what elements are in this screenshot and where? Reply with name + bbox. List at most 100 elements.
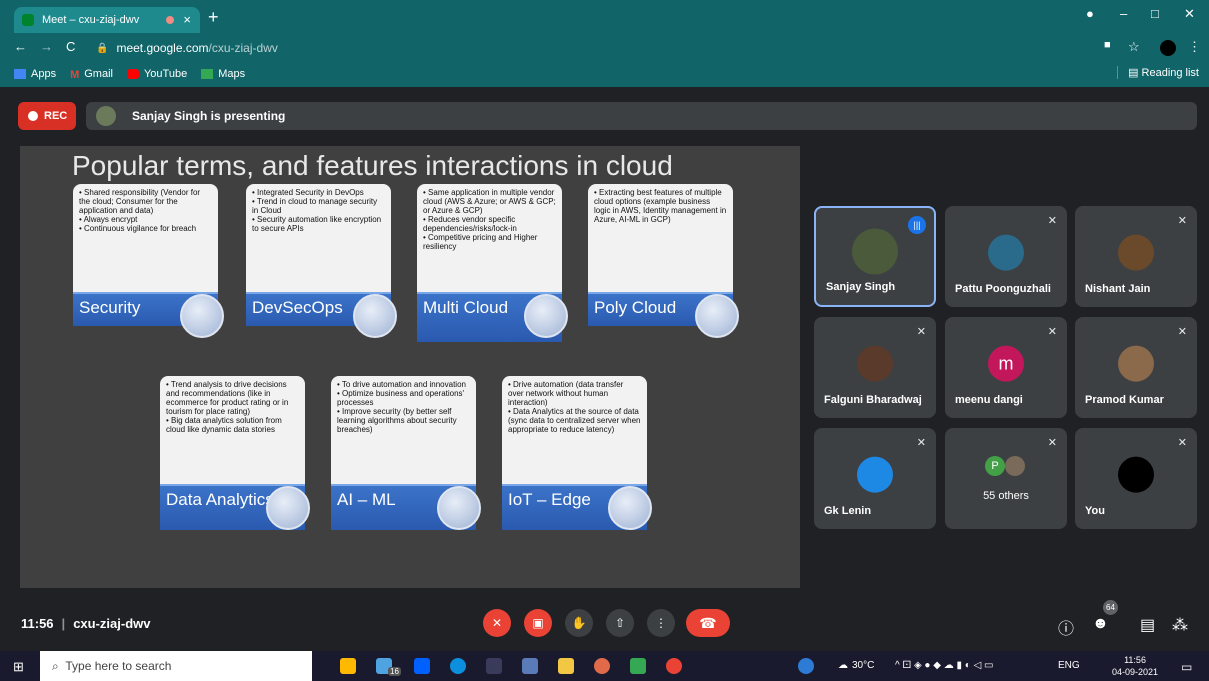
reload-icon[interactable]: C xyxy=(66,39,75,54)
control-bar: 11:56 | cxu-ziaj-dwv ✕ ▣ ✋ ⇧ ⋮ ☎ ⓘ ☻ 64 ▤ … xyxy=(0,600,1209,643)
card-security: Shared responsibility (Vendor for the cl… xyxy=(73,184,218,292)
taskbar-app-icon[interactable] xyxy=(522,658,538,674)
raise-hand-button[interactable]: ✋ xyxy=(565,609,593,637)
forward-icon[interactable]: → xyxy=(40,39,53,54)
avatar[interactable] xyxy=(1160,40,1176,56)
avatar xyxy=(1118,234,1154,271)
bookmark-apps[interactable]: Apps xyxy=(14,68,56,80)
participant-tile[interactable]: ✕ m meenu dangi xyxy=(945,317,1067,418)
avatar: m xyxy=(988,345,1024,382)
browser-chrome: Meet – cxu-ziaj-dwv × + ● – □ ✕ ← → C 🔒 … xyxy=(0,0,1209,87)
search-input[interactable]: ⌕ Type here to search xyxy=(40,651,312,681)
new-tab-button[interactable]: + xyxy=(208,7,219,28)
bookmark-maps[interactable]: Maps xyxy=(201,68,245,80)
activities-button[interactable]: ⁂ xyxy=(1172,615,1188,635)
address-bar[interactable]: 🔒 meet.google.com /cxu-ziaj-dwv xyxy=(96,38,1096,58)
mic-off-button[interactable]: ✕ xyxy=(483,609,511,637)
nav-bar: ← → C 🔒 meet.google.com /cxu-ziaj-dwv ■ … xyxy=(0,35,1209,61)
participant-name: Nishant Jain xyxy=(1085,283,1151,295)
bookmark-label: Apps xyxy=(31,68,57,80)
file-explorer-icon[interactable] xyxy=(340,658,356,674)
edge-icon[interactable] xyxy=(450,658,466,674)
circle-icon xyxy=(437,486,481,530)
circle-icon xyxy=(180,294,224,338)
participant-name: Pramod Kumar xyxy=(1085,394,1164,406)
chat-button[interactable]: ▤ xyxy=(1140,615,1155,635)
system-clock[interactable]: 11:56 04-09-2021 xyxy=(1112,654,1158,678)
participant-name: You xyxy=(1085,505,1105,517)
meeting-code: cxu-ziaj-dwv xyxy=(73,616,151,631)
apps-icon xyxy=(14,69,26,79)
card-bullets: Drive automation (data transfer over net… xyxy=(508,380,641,434)
meet-favicon-icon xyxy=(22,14,34,26)
mic-off-icon: ✕ xyxy=(1047,437,1057,449)
avatar xyxy=(857,345,893,382)
camera-off-button[interactable]: ▣ xyxy=(524,609,552,637)
menu-icon[interactable]: ⋮ xyxy=(1188,39,1201,55)
camera-icon[interactable]: ■ xyxy=(1104,39,1111,51)
participant-tile[interactable]: ✕ Pattu Poonguzhali xyxy=(945,206,1067,307)
star-icon[interactable]: ☆ xyxy=(1128,39,1140,55)
youtube-icon xyxy=(126,69,139,79)
tray-icons[interactable]: ^ ⚀ ◈ ● ◆ ☁ ▮ ◐ ◁ ▭ xyxy=(895,660,994,671)
participant-name: Sanjay Singh xyxy=(826,281,896,293)
participant-tile-self[interactable]: ✕ You xyxy=(1075,428,1197,529)
taskbar-app-icon[interactable] xyxy=(486,658,502,674)
bookmarks-bar: Apps M Gmail YouTube Maps xyxy=(0,62,1209,86)
meet-area: REC Sanjay Singh is presenting Popular t… xyxy=(0,87,1209,650)
maximize-button[interactable]: □ xyxy=(1151,6,1159,21)
app-badge: 16 xyxy=(388,667,401,676)
reading-list-button[interactable]: ▤ Reading list xyxy=(1117,66,1199,79)
participant-tile[interactable]: ✕ Gk Lenin xyxy=(814,428,936,529)
windows-start-icon[interactable]: ⊞ xyxy=(13,659,24,675)
meeting-info: 11:56 | cxu-ziaj-dwv xyxy=(21,616,151,631)
participant-tile[interactable]: ✕ Nishant Jain xyxy=(1075,206,1197,307)
people-button[interactable]: ☻ xyxy=(1092,615,1109,633)
circle-icon xyxy=(353,294,397,338)
mic-off-icon: ✕ xyxy=(1177,215,1187,227)
bookmark-label: YouTube xyxy=(143,68,188,80)
participant-tile[interactable]: ✕ Falguni Bharadwaj xyxy=(814,317,936,418)
tab-title: Meet – cxu-ziaj-dwv xyxy=(42,14,140,26)
meeting-time: 11:56 xyxy=(21,616,54,631)
profile-icon[interactable]: ● xyxy=(1086,6,1094,21)
store-icon[interactable] xyxy=(558,658,574,674)
shared-slide: Popular terms, and features interactions… xyxy=(20,146,800,588)
rec-button[interactable]: REC xyxy=(18,102,76,130)
url-domain: meet.google.com xyxy=(116,41,209,55)
more-options-button[interactable]: ⋮ xyxy=(647,609,675,637)
participant-tile[interactable]: ||| Sanjay Singh xyxy=(814,206,936,307)
minimize-button[interactable]: – xyxy=(1120,6,1127,21)
slide-title: Popular terms, and features interactions… xyxy=(72,150,673,181)
language-indicator[interactable]: ENG xyxy=(1058,660,1080,671)
chrome-icon[interactable] xyxy=(666,658,682,674)
present-button[interactable]: ⇧ xyxy=(606,609,634,637)
card-bullets: Trend analysis to drive decisions and re… xyxy=(166,380,299,434)
taskbar-app-icon[interactable] xyxy=(630,658,646,674)
participant-name: Falguni Bharadwaj xyxy=(824,394,922,406)
dropbox-icon[interactable] xyxy=(414,658,430,674)
presenter-avatar xyxy=(96,106,116,126)
back-icon[interactable]: ← xyxy=(14,39,27,54)
end-call-button[interactable]: ☎ xyxy=(686,609,730,637)
browser-tab[interactable]: Meet – cxu-ziaj-dwv × xyxy=(14,7,200,33)
mic-off-icon: ✕ xyxy=(1177,326,1187,338)
bookmark-gmail[interactable]: M Gmail xyxy=(70,68,113,81)
card-bullets: To drive automation and innovationOptimi… xyxy=(337,380,470,434)
search-placeholder: Type here to search xyxy=(65,659,172,673)
close-tab-icon[interactable]: × xyxy=(183,12,191,27)
info-button[interactable]: ⓘ xyxy=(1058,615,1074,639)
notification-icon[interactable]: ▭ xyxy=(1181,660,1192,674)
participant-name: meenu dangi xyxy=(955,394,1023,406)
bookmark-youtube[interactable]: YouTube xyxy=(126,68,188,80)
avatar xyxy=(852,227,898,274)
help-icon[interactable] xyxy=(798,658,814,674)
weather-icon: ☁ xyxy=(838,660,848,671)
reading-list-icon: ▤ xyxy=(1128,67,1142,79)
close-window-button[interactable]: ✕ xyxy=(1184,6,1195,22)
taskbar-app-icon[interactable] xyxy=(594,658,610,674)
others-count: 55 others xyxy=(983,490,1029,502)
participant-tile-others[interactable]: ✕ P 55 others xyxy=(945,428,1067,529)
bookmark-label: Maps xyxy=(218,68,246,80)
participant-tile[interactable]: ✕ Pramod Kumar xyxy=(1075,317,1197,418)
